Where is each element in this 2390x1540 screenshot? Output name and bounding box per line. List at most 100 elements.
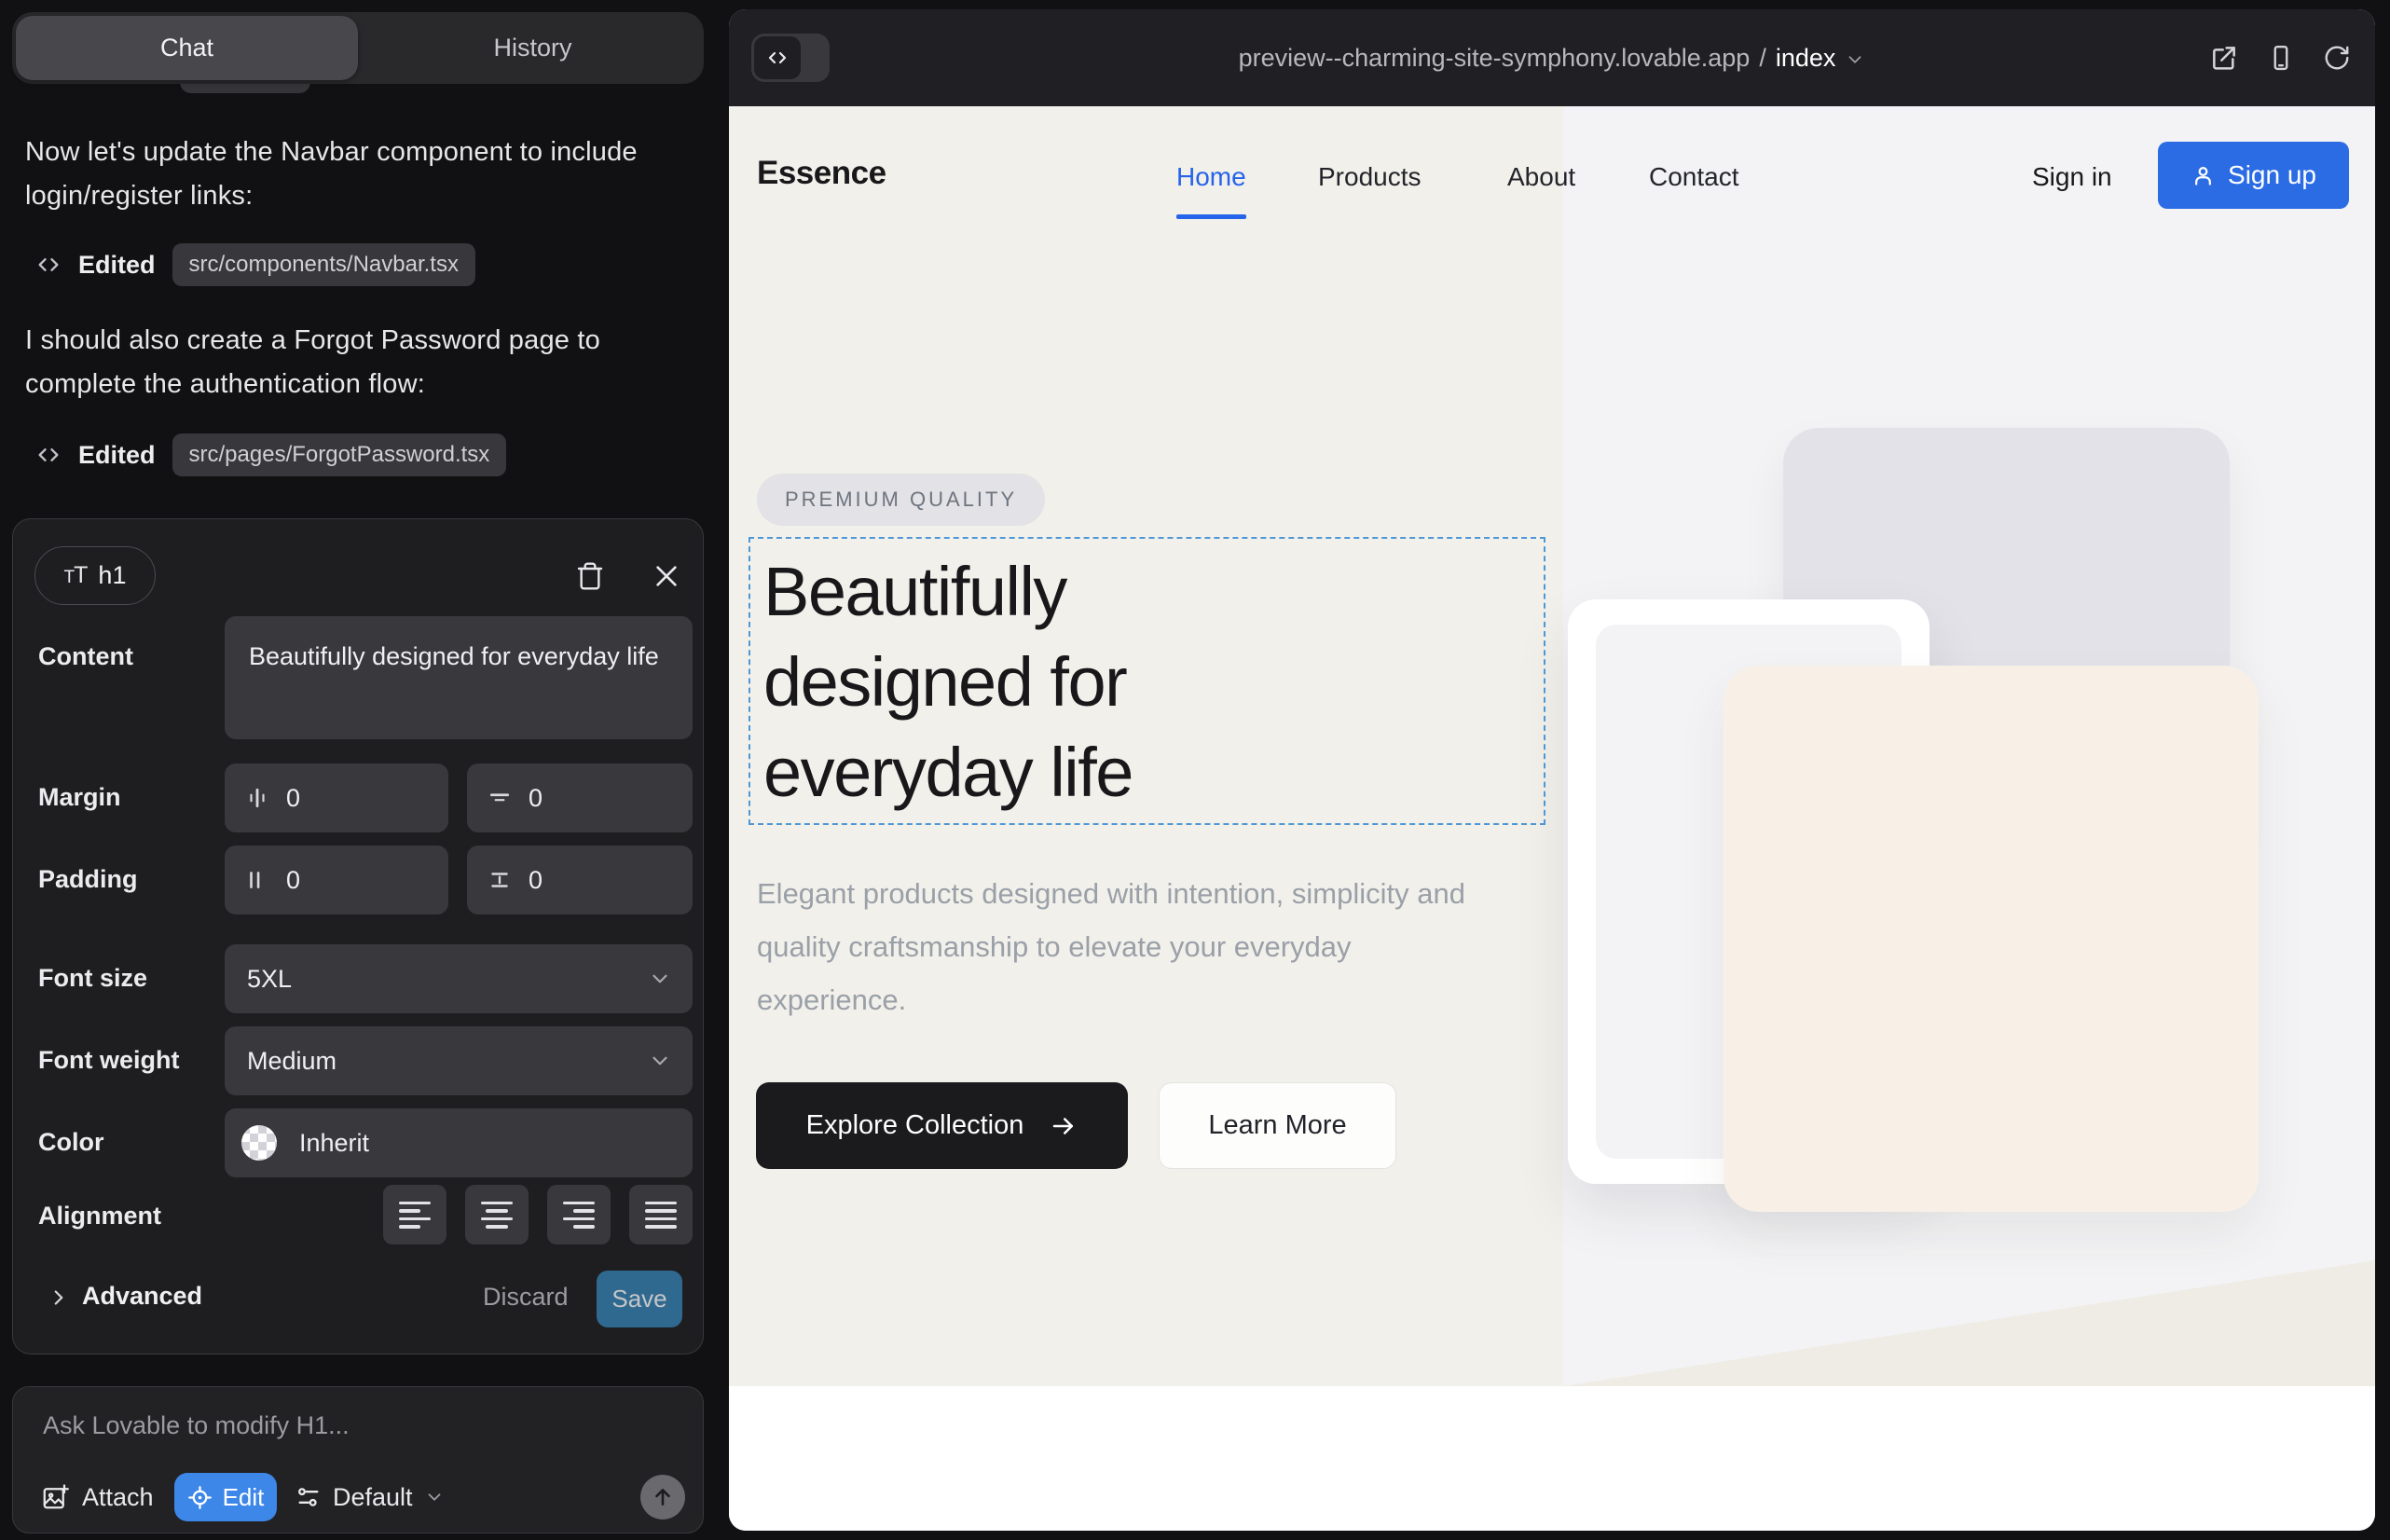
assistant-message: I should also create a Forgot Password p… — [25, 319, 668, 406]
tab-history[interactable]: History — [362, 12, 704, 84]
target-icon — [187, 1485, 213, 1510]
tab-chat[interactable]: Chat — [16, 16, 358, 80]
composer-placeholder[interactable]: Ask Lovable to modify H1... — [43, 1411, 350, 1440]
edited-label: Edited — [78, 251, 156, 280]
tag-name: h1 — [98, 561, 126, 590]
heading-line: everyday life — [763, 727, 1133, 818]
mode-select[interactable]: Default — [295, 1473, 445, 1521]
url-bar[interactable]: preview--charming-site-symphony.lovable.… — [729, 9, 2375, 106]
site-canvas: Essence Home Products About Contact Sign… — [729, 106, 2375, 1531]
close-editor-button[interactable] — [649, 558, 684, 594]
edit-label: Edit — [223, 1483, 265, 1512]
align-justify-button[interactable] — [629, 1185, 693, 1244]
margin-vertical-icon — [488, 786, 512, 810]
align-left-button[interactable] — [383, 1185, 446, 1244]
color-swatch-transparent — [241, 1125, 277, 1161]
save-button[interactable]: Save — [597, 1271, 682, 1327]
url-page: index — [1776, 44, 1836, 73]
sign-up-button[interactable]: Sign up — [2158, 142, 2349, 209]
browser-toolbar: preview--charming-site-symphony.lovable.… — [729, 9, 2375, 106]
hero-paragraph: Elegant products designed with intention… — [757, 867, 1503, 1026]
padding-y-input[interactable]: 0 — [467, 846, 693, 914]
chat-composer[interactable]: Ask Lovable to modify H1... Attach Edit — [12, 1386, 704, 1533]
font-size-select[interactable]: 5XL — [225, 944, 693, 1013]
delete-element-button[interactable] — [572, 558, 608, 594]
app-window: Chat History Now let's update the Navbar… — [0, 0, 2390, 1540]
external-link-icon — [2209, 43, 2239, 73]
typography-icon: TT — [64, 562, 88, 589]
padding-vertical-icon — [488, 868, 512, 892]
hero-heading[interactable]: Beautifully designed for everyday life — [763, 546, 1133, 818]
browser-actions — [2209, 9, 2351, 106]
align-center-icon — [481, 1202, 513, 1229]
h1-selection-outline[interactable]: Beautifully designed for everyday life — [749, 537, 1545, 825]
padding-y-value: 0 — [529, 866, 543, 895]
padding-x-value: 0 — [286, 866, 300, 895]
user-icon — [2191, 163, 2216, 188]
color-value: Inherit — [299, 1129, 369, 1158]
image-plus-icon — [41, 1483, 69, 1511]
margin-horizontal-icon — [245, 786, 269, 810]
edited-label: Edited — [78, 441, 156, 470]
margin-x-value: 0 — [286, 784, 300, 813]
refresh-button[interactable] — [2323, 44, 2351, 72]
open-external-button[interactable] — [2209, 43, 2239, 73]
browser-preview: preview--charming-site-symphony.lovable.… — [729, 9, 2375, 1531]
color-picker-field[interactable]: Inherit — [225, 1108, 693, 1177]
code-icon — [35, 442, 62, 468]
file-chip[interactable]: src/pages/ForgotPassword.tsx — [172, 433, 507, 476]
nav-link-products[interactable]: Products — [1318, 162, 1422, 192]
edited-file-row: Edited src/pages/ForgotPassword.tsx — [35, 431, 506, 479]
nav-link-home[interactable]: Home — [1176, 162, 1246, 192]
chevron-down-icon — [424, 1487, 445, 1507]
sign-up-label: Sign up — [2228, 160, 2316, 190]
attach-button[interactable]: Attach — [41, 1473, 154, 1521]
chevron-down-icon — [648, 967, 672, 991]
send-button[interactable] — [640, 1475, 685, 1519]
smartphone-icon — [2267, 44, 2295, 72]
advanced-toggle[interactable]: Advanced — [82, 1282, 202, 1311]
arrow-up-icon — [651, 1485, 675, 1509]
content-input[interactable]: Beautifully designed for everyday life — [225, 616, 693, 739]
composer-toolbar: Attach Edit Default — [13, 1473, 703, 1521]
chevron-down-icon — [648, 1049, 672, 1073]
align-center-button[interactable] — [465, 1185, 529, 1244]
explore-collection-button[interactable]: Explore Collection — [756, 1082, 1128, 1169]
font-size-value: 5XL — [247, 965, 292, 994]
file-chip[interactable]: src/components/Navbar.tsx — [172, 243, 475, 286]
padding-label: Padding — [38, 865, 138, 894]
site-logo[interactable]: Essence — [757, 155, 886, 192]
align-right-icon — [563, 1202, 595, 1229]
premium-quality-badge: PREMIUM QUALITY — [757, 474, 1045, 526]
margin-x-input[interactable]: 0 — [225, 763, 448, 832]
url-separator: / — [1759, 44, 1766, 73]
font-weight-value: Medium — [247, 1047, 337, 1076]
margin-y-input[interactable]: 0 — [467, 763, 693, 832]
padding-x-input[interactable]: 0 — [225, 846, 448, 914]
mobile-view-button[interactable] — [2267, 44, 2295, 72]
arrow-right-icon — [1050, 1112, 1078, 1140]
nav-link-about[interactable]: About — [1507, 162, 1575, 192]
mode-label: Default — [333, 1483, 413, 1512]
code-icon — [35, 252, 62, 278]
font-size-label: Font size — [38, 964, 147, 993]
decorative-cream-shape — [1724, 666, 2259, 1212]
alignment-label: Alignment — [38, 1202, 161, 1231]
heading-line: designed for — [763, 637, 1133, 727]
margin-y-value: 0 — [529, 784, 543, 813]
edit-mode-button[interactable]: Edit — [174, 1473, 277, 1521]
nav-link-contact[interactable]: Contact — [1649, 162, 1739, 192]
font-weight-select[interactable]: Medium — [225, 1026, 693, 1095]
url-domain: preview--charming-site-symphony.lovable.… — [1239, 44, 1751, 73]
padding-horizontal-icon — [245, 868, 269, 892]
sign-in-link[interactable]: Sign in — [2032, 162, 2112, 192]
margin-label: Margin — [38, 783, 121, 812]
element-editor-panel: TT h1 Content Beautifully designed for e… — [12, 518, 704, 1354]
attach-label: Attach — [82, 1483, 154, 1512]
selected-element-tag[interactable]: TT h1 — [34, 546, 156, 605]
discard-button[interactable]: Discard — [483, 1283, 569, 1312]
trash-icon — [575, 561, 605, 591]
align-right-button[interactable] — [547, 1185, 611, 1244]
learn-more-button[interactable]: Learn More — [1159, 1082, 1396, 1169]
color-label: Color — [38, 1128, 104, 1157]
